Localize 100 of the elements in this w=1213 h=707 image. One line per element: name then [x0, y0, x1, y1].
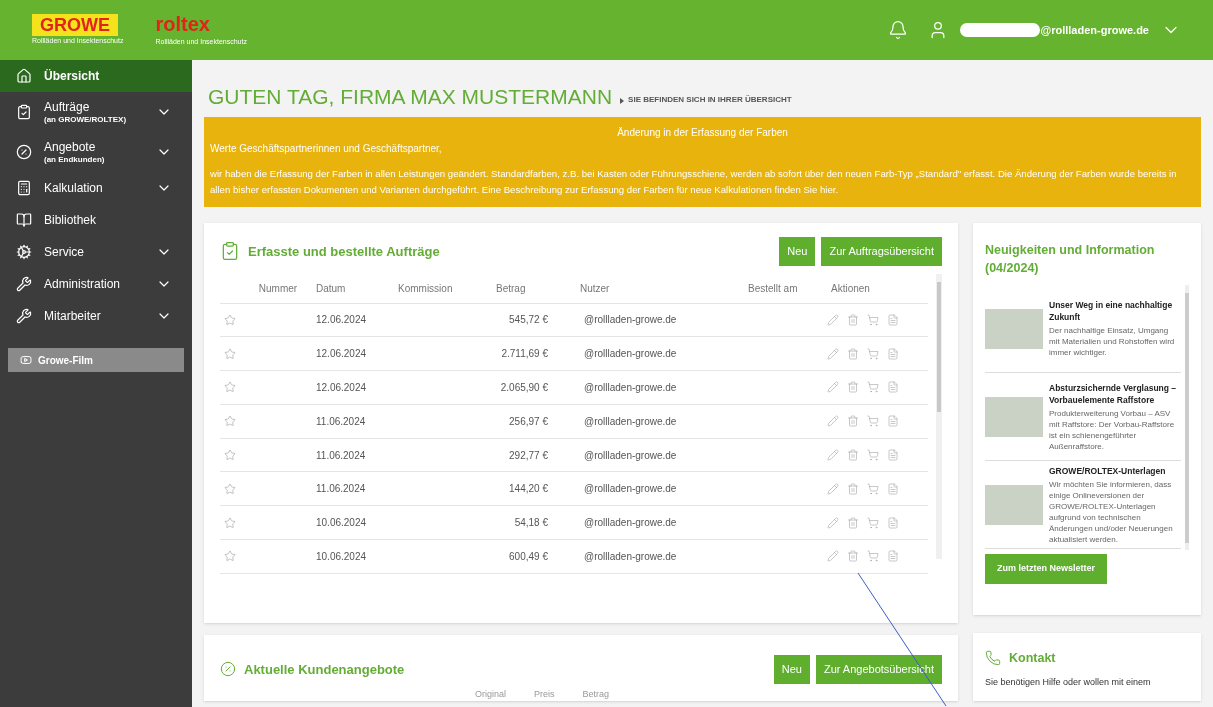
pencil-icon[interactable]	[827, 449, 839, 462]
phone-icon	[985, 650, 1001, 667]
document-icon[interactable]	[887, 313, 899, 326]
card-title: Aktuelle Kundenangebote	[244, 660, 405, 679]
user-cell-text: @rollladen-growe.de	[583, 549, 678, 564]
cart-icon[interactable]	[867, 347, 879, 360]
news-text: Der nachhaltige Einsatz, Umgang mit Materialien und Rohstoffen wird immer wichtiger.	[1049, 325, 1176, 358]
pencil-icon[interactable]	[827, 347, 839, 360]
cart-icon[interactable]	[867, 550, 879, 563]
trash-icon[interactable]	[847, 482, 859, 495]
star-icon[interactable]	[224, 482, 236, 495]
cart-icon[interactable]	[867, 482, 879, 495]
pencil-icon[interactable]	[827, 550, 839, 563]
sidebar-sublabel: (an GROWE/ROLTEX)	[44, 114, 128, 125]
trash-icon[interactable]	[847, 516, 859, 529]
pencil-icon[interactable]	[827, 381, 839, 394]
sidebar-label: Bibliothek	[44, 212, 98, 228]
news-title[interactable]: Absturzsichernde Verglasung – Vorbauelemente Raffstore	[1049, 381, 1181, 406]
logo: roltex	[155, 12, 210, 38]
star-icon[interactable]	[224, 347, 236, 360]
gear-icon	[16, 244, 32, 260]
star-icon[interactable]	[224, 415, 236, 428]
column-header: Nummer	[257, 281, 299, 296]
date-cell-text: 11.06.2024	[315, 414, 367, 429]
amount-cell-text: 545,72 €	[508, 313, 548, 328]
column-header: Datum	[315, 281, 347, 296]
trash-icon[interactable]	[847, 347, 859, 360]
sidebar-item[interactable]: Service	[0, 236, 192, 268]
column-header: Preis	[534, 687, 555, 701]
cart-icon[interactable]	[867, 516, 879, 529]
wrench-icon	[16, 276, 32, 292]
sidebar-item[interactable]: Bibliothek	[0, 204, 192, 236]
trash-icon[interactable]	[847, 550, 859, 563]
home-icon	[16, 68, 32, 84]
page-title: GUTEN TAG, FIRMA MAX MUSTERMANN	[208, 86, 613, 107]
column-header: Betrag	[582, 687, 610, 701]
date-cell-text: 12.06.2024	[315, 347, 368, 362]
sidebar-label: Übersicht	[44, 68, 101, 84]
user-cell-text: @rollladen-growe.de	[583, 448, 678, 463]
trash-icon[interactable]	[847, 415, 859, 428]
date-cell-text: 10.06.2024	[315, 549, 368, 564]
trash-icon[interactable]	[847, 381, 859, 394]
document-icon[interactable]	[887, 516, 899, 529]
news-text: Produkterweiterung Vorbau – ASV mit Raffstore: Der Vorbau-Raffstore ist ein schienengeführter Außenraffstore.	[1049, 407, 1176, 452]
document-icon[interactable]	[887, 381, 899, 394]
logo: GROWE	[32, 13, 118, 36]
cart-icon[interactable]	[867, 381, 879, 394]
column-header: Original	[475, 687, 506, 701]
amount-cell-text: 2.711,69 €	[500, 347, 548, 362]
clipboard-icon	[16, 104, 32, 120]
star-icon[interactable]	[224, 516, 236, 529]
news-title[interactable]: GROWE/ROLTEX-Unterlagen	[1049, 464, 1181, 477]
sidebar-label: Administration	[44, 276, 122, 292]
card-title: Erfasste und bestellte Aufträge	[248, 242, 440, 261]
cart-icon[interactable]	[867, 449, 879, 462]
sidebar-item[interactable]: Angebote (an Endkunden)	[0, 132, 192, 172]
star-icon[interactable]	[224, 381, 236, 394]
sidebar-item[interactable]: Mitarbeiter	[0, 300, 192, 332]
sidebar-item[interactable]: Aufträge (an GROWE/ROLTEX)	[0, 92, 192, 132]
star-icon[interactable]	[224, 313, 236, 326]
clipboard-icon	[220, 241, 240, 262]
document-icon[interactable]	[887, 482, 899, 495]
pencil-icon[interactable]	[827, 415, 839, 428]
column-header: Nutzer	[579, 281, 611, 296]
sidebar-label: Kalkulation	[44, 180, 104, 196]
wrench-icon	[16, 308, 32, 324]
document-icon[interactable]	[887, 415, 899, 428]
trash-icon[interactable]	[847, 449, 859, 462]
sidebar-item[interactable]: Übersicht	[0, 60, 192, 92]
cart-icon[interactable]	[867, 313, 879, 326]
amount-cell-text: 2.065,90 €	[499, 381, 548, 395]
document-icon[interactable]	[887, 449, 899, 462]
date-cell-text: 10.06.2024	[315, 516, 368, 531]
triangle-icon	[620, 98, 625, 104]
star-icon[interactable]	[224, 449, 236, 462]
user-cell-text: @rollladen-growe.de	[583, 482, 678, 497]
scrollbar[interactable]	[936, 273, 942, 559]
news-text: Wir möchten Sie informieren, dass einige Onlineversionen der GROWE/ROLTEX-Unterlagen aufgrund von technischen Änderungen und/oder Neuerungen aktualisiert werden.	[1049, 478, 1174, 545]
amount-cell-text: 54,18 €	[513, 516, 548, 531]
star-icon[interactable]	[224, 550, 236, 563]
user-cell-text: @rollladen-growe.de	[583, 381, 678, 395]
document-icon[interactable]	[887, 347, 899, 360]
sidebar-item[interactable]: Kalkulation	[0, 172, 192, 204]
trash-icon[interactable]	[847, 313, 859, 326]
user-cell-text: @rollladen-growe.de	[583, 516, 678, 531]
column-header: Aktionen	[830, 281, 871, 296]
document-icon[interactable]	[887, 550, 899, 563]
sidebar-item[interactable]: Administration	[0, 268, 192, 300]
card-title: Kontakt	[1009, 650, 1056, 667]
pencil-icon[interactable]	[827, 482, 839, 495]
bell-icon[interactable]	[888, 20, 909, 40]
date-cell-text: 12.06.2024	[315, 313, 368, 328]
pencil-icon[interactable]	[827, 313, 839, 326]
amount-cell-text: 256,97 €	[508, 414, 548, 429]
photo-placeholder	[985, 308, 1043, 349]
amount-cell-text: 600,49 €	[508, 549, 548, 564]
cart-icon[interactable]	[867, 415, 879, 428]
scrollbar[interactable]	[1185, 285, 1189, 550]
pencil-icon[interactable]	[827, 516, 839, 529]
news-title[interactable]: Unser Weg in eine nachhaltige Zukunft	[1049, 299, 1181, 323]
